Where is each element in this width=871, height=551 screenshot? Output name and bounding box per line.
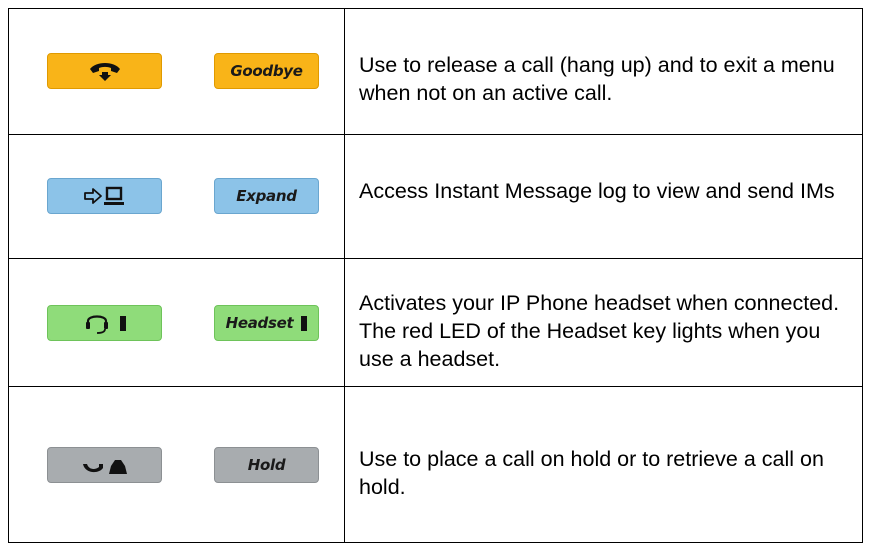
key-reference-table: Goodbye Use to release a call (hang up) …: [8, 8, 863, 543]
arrow-to-computer-icon: [83, 185, 127, 207]
expand-icon-key: [47, 178, 162, 214]
table-row: Goodbye Use to release a call (hang up) …: [9, 9, 862, 135]
table-row: Headset Activates your IP Phone headset …: [9, 259, 862, 387]
headset-description: Activates your IP Phone headset when con…: [359, 291, 840, 371]
expand-key: Expand: [214, 178, 319, 214]
headset-icon: [84, 311, 110, 335]
handset-down-icon: [88, 60, 122, 82]
goodbye-description: Use to release a call (hang up) and to e…: [359, 53, 835, 105]
headset-icon-key: [47, 305, 162, 341]
hold-handset-icon: [81, 454, 129, 476]
hold-description: Use to place a call on hold or to retrie…: [359, 447, 824, 499]
hold-key: Hold: [214, 447, 319, 483]
headset-key-label: Headset: [225, 314, 294, 332]
table-row: Hold Use to place a call on hold or to r…: [9, 387, 862, 542]
hold-key-label: Hold: [247, 456, 286, 474]
headset-key: Headset: [214, 305, 319, 341]
hold-icon-key: [47, 447, 162, 483]
led-indicator-icon: [301, 315, 308, 331]
expand-description: Access Instant Message log to view and s…: [359, 179, 835, 203]
goodbye-key-label: Goodbye: [230, 62, 303, 80]
goodbye-key: Goodbye: [214, 53, 319, 89]
expand-key-label: Expand: [236, 187, 297, 205]
table-row: Expand Access Instant Message log to vie…: [9, 135, 862, 259]
goodbye-icon-key: [47, 53, 162, 89]
led-indicator-icon: [119, 315, 126, 331]
